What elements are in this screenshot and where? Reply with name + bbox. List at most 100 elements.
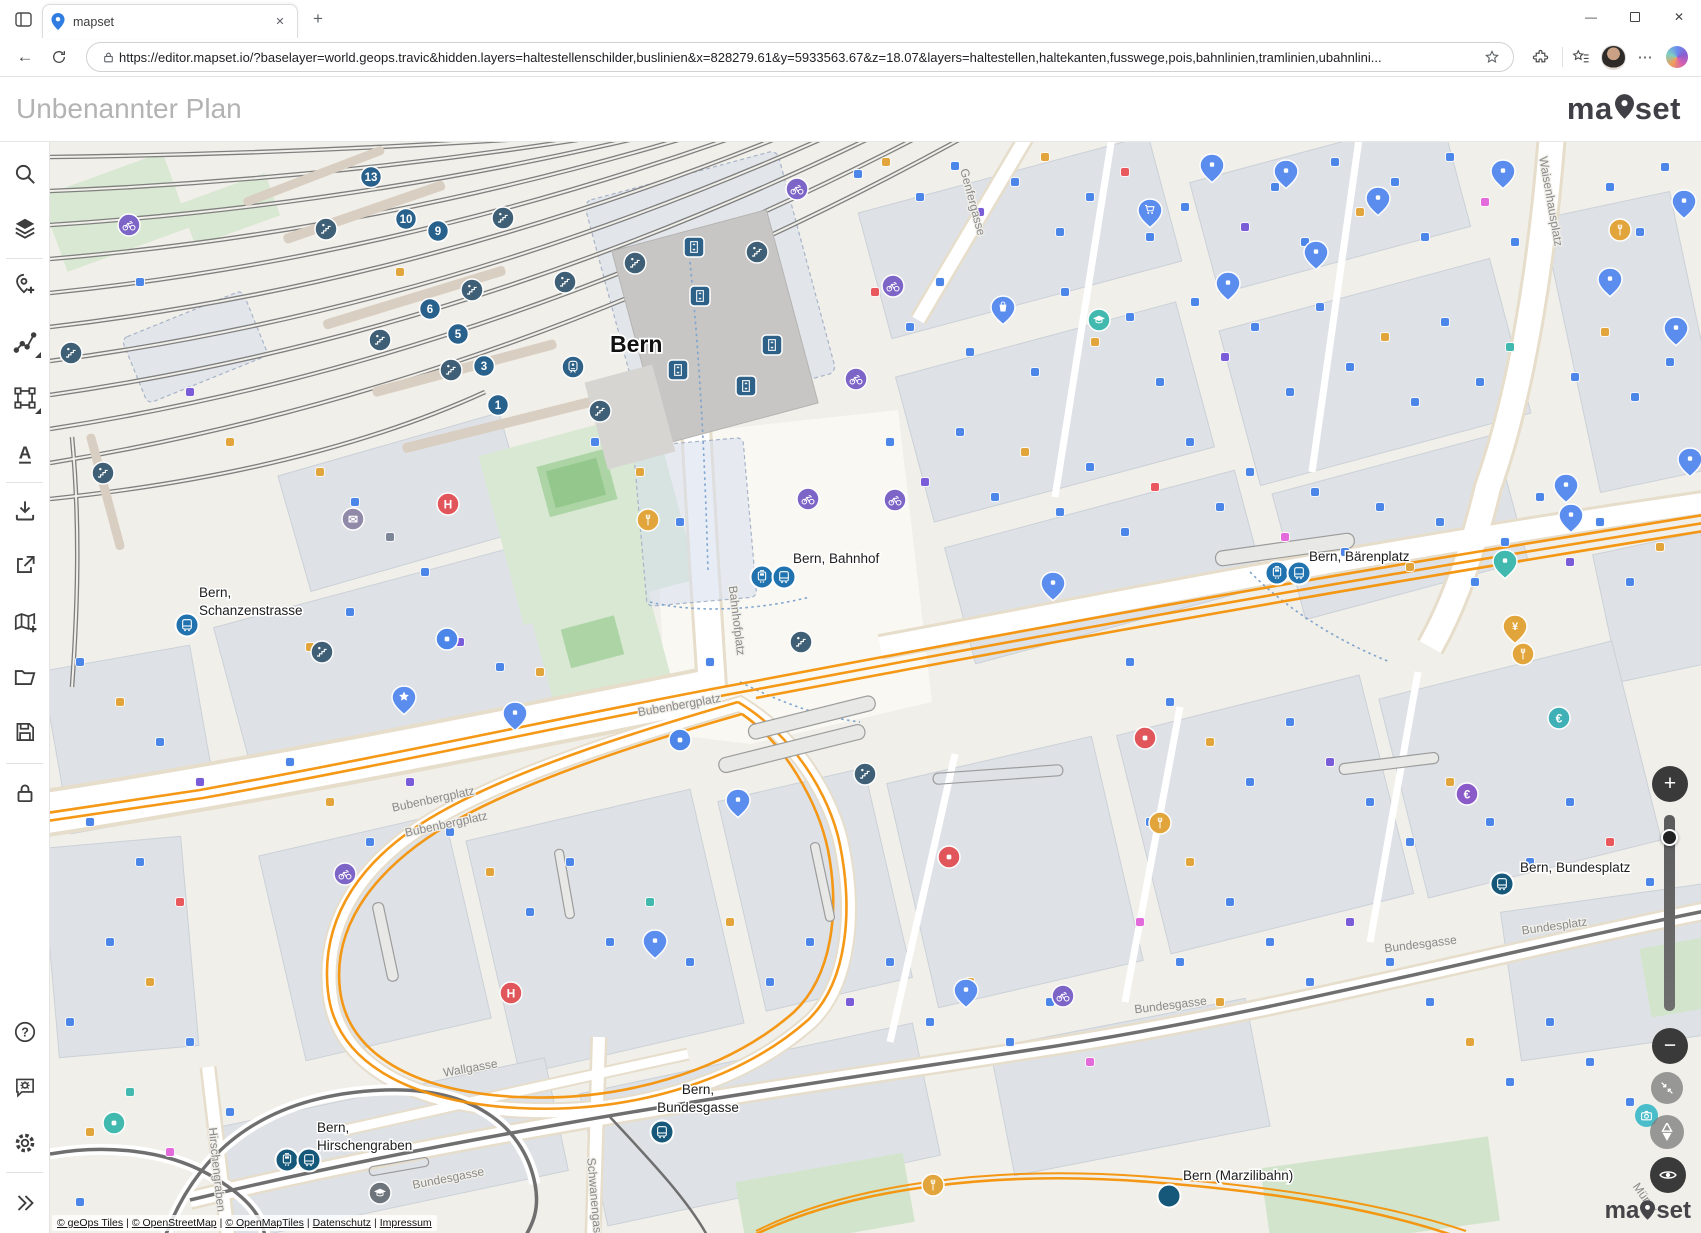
poi-dot bbox=[1041, 153, 1050, 162]
dot-icon bbox=[653, 938, 657, 942]
poi-icon-stairs bbox=[315, 218, 337, 240]
poi-dot bbox=[486, 868, 495, 877]
plan-title-input[interactable] bbox=[16, 93, 1567, 125]
poi-dot bbox=[926, 1018, 935, 1027]
watermark-suffix: set bbox=[1656, 1197, 1691, 1225]
transit-stop-label: Bern, Bärenplatz bbox=[1309, 549, 1410, 564]
platform-number: 1 bbox=[495, 400, 502, 412]
expand-toolbar-button[interactable] bbox=[7, 1185, 43, 1221]
feedback-button[interactable] bbox=[7, 1069, 43, 1105]
poi-icon-bike bbox=[797, 488, 819, 510]
poi-icon-stairs bbox=[92, 462, 114, 484]
poi-dot bbox=[646, 898, 655, 907]
compass-button[interactable] bbox=[1650, 1115, 1684, 1149]
poi-dot bbox=[1566, 798, 1575, 807]
toolbar-divider bbox=[6, 482, 43, 483]
favorites-hub-button[interactable] bbox=[1567, 43, 1595, 71]
poi-dot bbox=[1146, 233, 1155, 242]
poi-dot bbox=[966, 348, 975, 357]
window-maximize-button[interactable] bbox=[1613, 0, 1657, 34]
save-plan-button[interactable] bbox=[7, 714, 43, 750]
poi-dot bbox=[1366, 798, 1375, 807]
new-plan-button[interactable] bbox=[7, 604, 43, 640]
poi-dot bbox=[936, 278, 945, 287]
poi-dot bbox=[351, 498, 360, 507]
extensions-button[interactable] bbox=[1526, 43, 1554, 71]
draw-line-tool-button[interactable] bbox=[7, 324, 43, 360]
lock-icon bbox=[12, 780, 38, 806]
poi-dot bbox=[1546, 1018, 1555, 1027]
zoom-slider-handle[interactable] bbox=[1661, 829, 1678, 846]
poi-icon-bike bbox=[882, 275, 904, 297]
window-close-button[interactable]: ✕ bbox=[1657, 0, 1701, 34]
new-tab-button[interactable]: + bbox=[304, 5, 332, 33]
poi-icon-sq bbox=[436, 628, 458, 650]
back-button[interactable]: ← bbox=[10, 42, 40, 72]
dot-icon bbox=[1051, 580, 1055, 584]
poi-icon-bg bbox=[736, 376, 756, 396]
copilot-button[interactable] bbox=[1663, 43, 1691, 71]
poi-dot bbox=[1381, 333, 1390, 342]
poi-icon-stairs bbox=[492, 207, 514, 229]
poi-dot bbox=[1086, 463, 1095, 472]
open-plan-button[interactable] bbox=[7, 659, 43, 695]
platform-badge: 13 bbox=[361, 167, 382, 188]
favorite-star-icon[interactable] bbox=[1481, 46, 1503, 68]
attribution-separator: | bbox=[374, 1217, 377, 1229]
add-text-tool-button[interactable]: A bbox=[7, 436, 43, 472]
url-text[interactable]: https://editor.mapset.io/?baselayer=worl… bbox=[119, 50, 1481, 65]
poi-dot bbox=[1406, 838, 1415, 847]
poi-dot bbox=[1056, 228, 1065, 237]
profile-avatar[interactable] bbox=[1599, 43, 1627, 71]
dot-icon bbox=[1376, 195, 1380, 199]
attribution-link[interactable]: © geOps Tiles bbox=[57, 1217, 123, 1229]
zoom-out-button[interactable]: − bbox=[1652, 1028, 1688, 1064]
refresh-button[interactable] bbox=[44, 42, 74, 72]
fit-extent-button[interactable] bbox=[1651, 1072, 1683, 1104]
search-tool-button[interactable] bbox=[7, 156, 43, 192]
attribution-link[interactable]: © OpenStreetMap bbox=[132, 1217, 217, 1229]
poi-icon-bg bbox=[684, 237, 704, 257]
poi-icon-fork bbox=[1512, 643, 1534, 665]
dot-icon bbox=[1501, 168, 1505, 172]
map-canvas[interactable]: GenfergasseWaisenhausplatzBahnhofplatzBu… bbox=[50, 142, 1701, 1233]
draw-polygon-tool-button[interactable] bbox=[7, 380, 43, 416]
layers-tool-button[interactable] bbox=[7, 210, 43, 246]
url-bar[interactable]: https://editor.mapset.io/?baselayer=worl… bbox=[86, 42, 1514, 72]
poi-dot bbox=[1476, 378, 1485, 387]
poi-dot bbox=[886, 438, 895, 447]
download-button[interactable] bbox=[7, 492, 43, 528]
poi-dot bbox=[1596, 518, 1605, 527]
browser-menu-button[interactable]: ⋯ bbox=[1631, 43, 1659, 71]
transit-stop-label: Bundesgasse bbox=[657, 1100, 739, 1115]
help-button[interactable]: ? bbox=[7, 1014, 43, 1050]
lock-plan-button[interactable] bbox=[7, 775, 43, 811]
tab-close-button[interactable]: ✕ bbox=[271, 13, 289, 31]
poi-dot bbox=[1251, 323, 1260, 332]
poi-icon-bike bbox=[884, 489, 906, 511]
zoom-in-button[interactable]: + bbox=[1652, 766, 1688, 802]
poi-dot bbox=[1386, 958, 1395, 967]
poi-dot bbox=[1086, 1058, 1095, 1067]
sq-icon bbox=[678, 738, 683, 743]
add-marker-tool-button[interactable] bbox=[7, 266, 43, 302]
platform-badge: 6 bbox=[420, 299, 441, 320]
attribution-link[interactable]: Datenschutz bbox=[313, 1217, 371, 1229]
preview-button[interactable] bbox=[1650, 1157, 1686, 1193]
watermark-prefix: ma bbox=[1605, 1197, 1640, 1225]
poi-icon-glyph: H bbox=[444, 498, 453, 512]
poi-dot bbox=[591, 438, 600, 447]
transit-stop-label: Bern, Bahnhof bbox=[793, 551, 880, 566]
share-export-button[interactable] bbox=[7, 547, 43, 583]
attribution-link[interactable]: © OpenMapTiles bbox=[225, 1217, 304, 1229]
folder-open-icon bbox=[12, 664, 38, 690]
settings-button[interactable] bbox=[7, 1125, 43, 1161]
site-security-icon[interactable] bbox=[97, 46, 119, 68]
transit-stop-label: Hirschengraben bbox=[317, 1138, 412, 1153]
poi-icon-stairs bbox=[311, 641, 333, 663]
poi-icon-bg bbox=[690, 286, 710, 306]
tab-actions-button[interactable] bbox=[8, 4, 38, 34]
attribution-link[interactable]: Impressum bbox=[380, 1217, 432, 1229]
browser-tab-mapset[interactable]: mapset ✕ bbox=[42, 4, 298, 38]
window-minimize-button[interactable]: — bbox=[1569, 0, 1613, 34]
